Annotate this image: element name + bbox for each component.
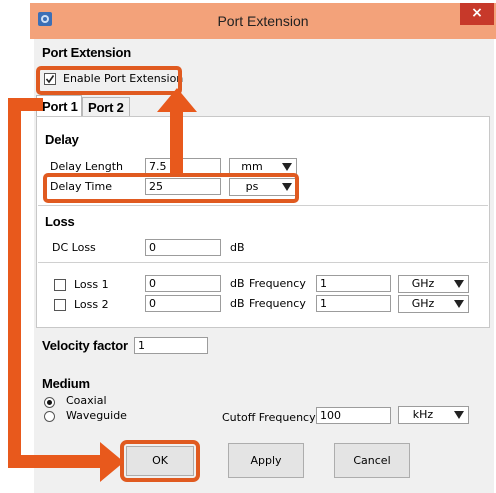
loss-2-frequency-unit-select[interactable]: GHz	[398, 295, 469, 313]
close-button[interactable]: ×	[460, 3, 494, 25]
annotation-arrow-up-head	[157, 88, 197, 112]
annotation-arrow-top-stub	[8, 98, 43, 111]
annotation-arrow-right-head	[100, 442, 124, 482]
cutoff-frequency-unit-select[interactable]: kHz	[398, 406, 469, 424]
loss-2-frequency-label: Frequency	[249, 297, 306, 310]
apply-button[interactable]: Apply	[228, 443, 304, 478]
loss-1-frequency-unit-select[interactable]: GHz	[398, 275, 469, 293]
loss-1-input[interactable]: 0	[145, 275, 221, 292]
velocity-factor-input[interactable]: 1	[134, 337, 208, 354]
loss-2-frequency-input[interactable]: 1	[316, 295, 391, 312]
loss-1-unit: dB	[230, 277, 245, 290]
highlight-delay-time	[43, 173, 299, 203]
loss-2-input[interactable]: 0	[145, 295, 221, 312]
cutoff-frequency-unit-value: kHz	[412, 408, 434, 421]
coaxial-label: Coaxial	[66, 394, 107, 407]
divider	[38, 262, 488, 263]
loss-2-frequency-unit-value: GHz	[411, 297, 435, 310]
loss-2-label: Loss 2	[74, 298, 109, 311]
waveguide-radio[interactable]	[44, 411, 55, 422]
cutoff-frequency-label: Cutoff Frequency	[222, 411, 316, 424]
section-title-medium: Medium	[42, 376, 90, 391]
annotation-arrow-bottom-shaft	[8, 455, 104, 468]
loss-1-frequency-label: Frequency	[249, 277, 306, 290]
dc-loss-input[interactable]: 0	[145, 239, 221, 256]
cutoff-frequency-input[interactable]: 100	[316, 407, 391, 424]
tab-port-2[interactable]: Port 2	[82, 97, 130, 117]
annotation-arrow-left-shaft	[8, 98, 21, 468]
loss-1-frequency-unit-value: GHz	[411, 277, 435, 290]
divider	[38, 205, 488, 206]
section-title-loss: Loss	[45, 214, 75, 229]
highlight-ok-button	[120, 440, 200, 482]
coaxial-radio[interactable]	[44, 397, 55, 408]
window-title: Port Extension	[217, 13, 309, 29]
chevron-down-icon	[454, 280, 464, 288]
tab-port-1-label: Port 1	[42, 99, 78, 114]
chevron-down-icon	[282, 163, 292, 171]
section-title-port-extension: Port Extension	[42, 45, 131, 60]
close-icon: ×	[471, 5, 483, 21]
velocity-factor-label: Velocity factor	[42, 338, 128, 353]
waveguide-label: Waveguide	[66, 409, 127, 422]
cancel-button[interactable]: Cancel	[334, 443, 410, 478]
loss-1-frequency-input[interactable]: 1	[316, 275, 391, 292]
chevron-down-icon	[454, 300, 464, 308]
dc-loss-label: DC Loss	[52, 241, 96, 254]
loss-2-unit: dB	[230, 297, 245, 310]
delay-length-label: Delay Length	[50, 160, 123, 173]
loss-2-checkbox[interactable]	[54, 299, 66, 311]
tab-port-2-label: Port 2	[88, 100, 124, 115]
loss-1-checkbox[interactable]	[54, 279, 66, 291]
dc-loss-unit: dB	[230, 241, 245, 254]
chevron-down-icon	[454, 411, 464, 419]
section-title-delay: Delay	[45, 132, 79, 147]
annotation-arrow-up-shaft	[170, 110, 183, 174]
loss-1-label: Loss 1	[74, 278, 109, 291]
